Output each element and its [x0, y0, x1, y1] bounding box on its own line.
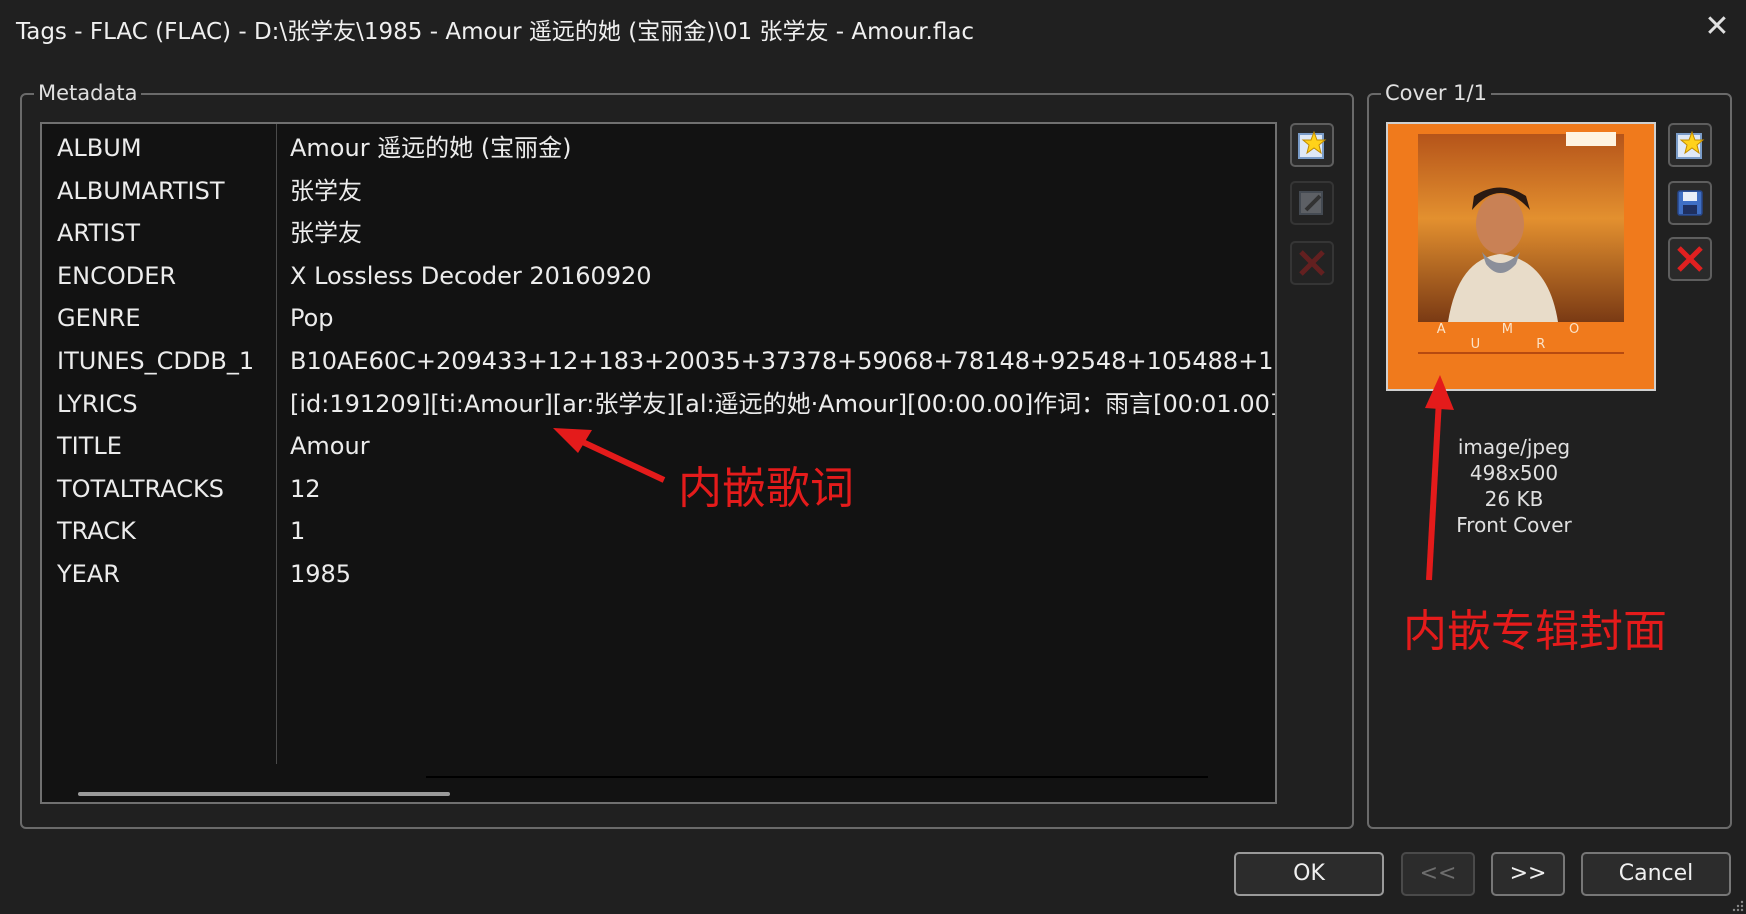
cover-type: Front Cover — [1456, 513, 1572, 537]
metadata-value: 12 — [290, 474, 321, 503]
next-button[interactable]: >> — [1491, 852, 1565, 896]
metadata-key: LYRICS — [57, 389, 138, 418]
close-button[interactable]: ✕ — [1698, 8, 1736, 46]
close-icon: ✕ — [1704, 9, 1730, 44]
metadata-key: ENCODER — [57, 261, 177, 290]
metadata-value: [id:191209][ti:Amour][ar:张学友][al:遥远的她·Am… — [290, 389, 1277, 418]
metadata-row[interactable]: ARTIST 张学友 — [42, 212, 1275, 254]
metadata-key: TRACK — [57, 517, 136, 546]
cover-mime: image/jpeg — [1457, 435, 1571, 459]
metadata-row[interactable]: TOTALTRACKS 12 — [42, 468, 1275, 510]
add-cover-icon — [1676, 130, 1705, 159]
metadata-value: X Lossless Decoder 20160920 — [290, 261, 652, 290]
cover-annotation: 内嵌专辑封面 — [1403, 606, 1667, 657]
horizontal-scrollbar[interactable] — [78, 792, 450, 796]
edit-tag-button[interactable] — [1290, 181, 1334, 225]
metadata-row[interactable]: ITUNES_CDDB_1 B10AE60C+209433+12+183+2003… — [42, 340, 1275, 382]
metadata-row[interactable]: LYRICS [id:191209][ti:Amour][ar:张学友][al:遥… — [42, 383, 1275, 425]
metadata-legend: Metadata — [34, 81, 142, 105]
save-cover-button[interactable] — [1668, 181, 1712, 225]
cover-group: Cover 1/1 A M O U R image/jpeg 498x500 2… — [1367, 81, 1732, 829]
resize-grip-icon[interactable] — [1730, 898, 1744, 912]
metadata-table[interactable]: ALBUM Amour 遥远的她 (宝丽金) ALBUMARTIST 张学友 ARTIS… — [40, 122, 1277, 804]
delete-tag-button[interactable] — [1290, 241, 1334, 285]
delete-tag-icon — [1299, 250, 1325, 276]
metadata-key: ARTIST — [57, 219, 140, 248]
metadata-key: TOTALTRACKS — [57, 474, 224, 503]
delete-cover-icon — [1677, 246, 1703, 272]
cover-dimensions: 498x500 — [1469, 461, 1559, 485]
metadata-value: 张学友 — [290, 176, 362, 205]
metadata-row[interactable]: GENRE Pop — [42, 297, 1275, 339]
scroll-track — [426, 776, 1208, 778]
previous-button[interactable]: << — [1401, 852, 1475, 896]
cover-size: 26 KB — [1484, 487, 1544, 511]
metadata-key: TITLE — [57, 432, 122, 461]
save-cover-icon — [1677, 190, 1703, 216]
metadata-row[interactable]: YEAR 1985 — [42, 553, 1275, 595]
metadata-row[interactable]: ENCODER X Lossless Decoder 20160920 — [42, 255, 1275, 297]
add-cover-button[interactable] — [1668, 123, 1712, 167]
metadata-key: ALBUM — [57, 134, 142, 162]
metadata-value: Pop — [290, 304, 334, 333]
window-title: Tags - FLAC (FLAC) - D:\张学友\1985 - Amour… — [16, 19, 975, 45]
edit-tag-icon — [1299, 191, 1323, 215]
add-tag-icon — [1298, 130, 1327, 159]
cancel-button[interactable]: Cancel — [1581, 852, 1731, 896]
metadata-key: GENRE — [57, 304, 141, 333]
lyrics-annotation: 内嵌歌词 — [678, 463, 854, 514]
metadata-row[interactable]: ALBUM Amour 遥远的她 (宝丽金) — [42, 127, 1275, 169]
album-cover-image[interactable]: A M O U R — [1386, 122, 1656, 391]
metadata-value: 1985 — [290, 560, 352, 588]
metadata-row[interactable]: TITLE Amour — [42, 425, 1275, 467]
metadata-value: Amour 遥远的她 (宝丽金) — [290, 134, 572, 162]
metadata-value: 1 — [290, 517, 306, 546]
metadata-row[interactable]: ALBUMARTIST 张学友 — [42, 170, 1275, 212]
cover-art-letters: A M O U R — [1436, 322, 1606, 352]
metadata-value: 张学友 — [290, 219, 362, 248]
add-tag-button[interactable] — [1290, 123, 1334, 167]
metadata-key: YEAR — [57, 560, 120, 588]
cover-legend: Cover 1/1 — [1381, 81, 1491, 105]
metadata-value: Amour — [290, 432, 370, 461]
ok-button[interactable]: OK — [1234, 852, 1384, 896]
metadata-value: B10AE60C+209433+12+183+20035+37378+59068… — [290, 347, 1277, 375]
delete-cover-button[interactable] — [1668, 237, 1712, 281]
metadata-key: ITUNES_CDDB_1 — [57, 347, 255, 375]
title-bar: Tags - FLAC (FLAC) - D:\张学友\1985 - Amour… — [0, 0, 1746, 56]
metadata-key: ALBUMARTIST — [57, 176, 225, 205]
metadata-row[interactable]: TRACK 1 — [42, 510, 1275, 552]
